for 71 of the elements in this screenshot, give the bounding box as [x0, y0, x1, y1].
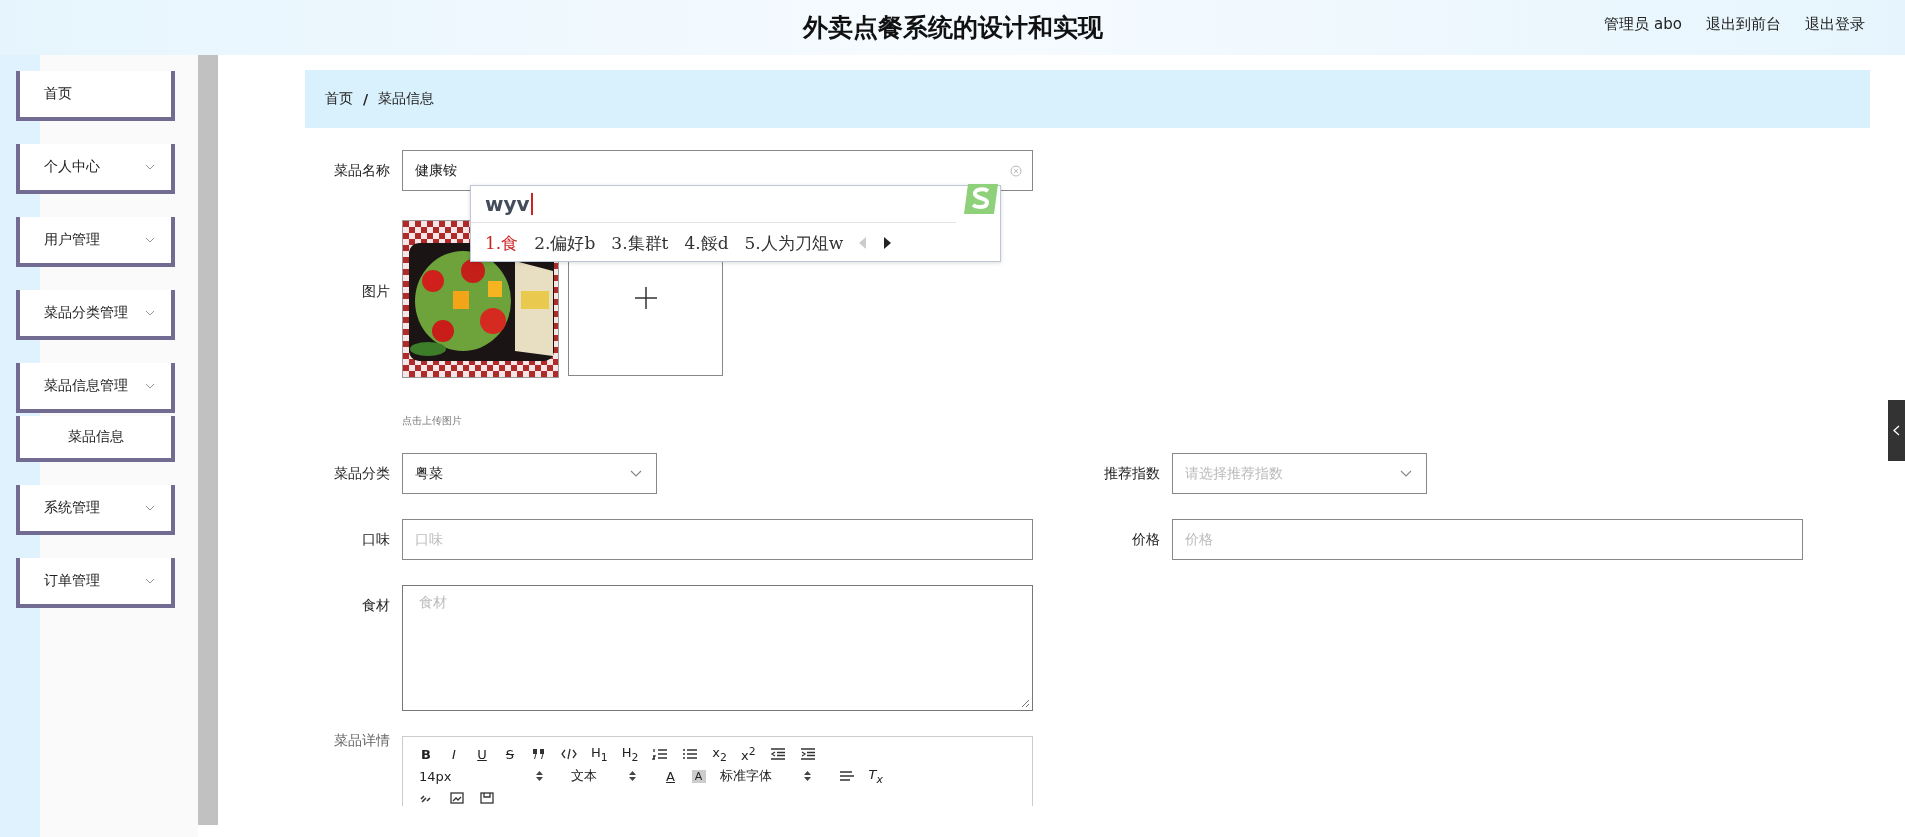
chevron-down-icon: [145, 383, 155, 389]
field-label: 菜品名称: [333, 161, 390, 180]
plus-icon: [634, 287, 657, 309]
chevron-left-icon: [1893, 425, 1900, 436]
toolbar-button[interactable]: B: [419, 746, 433, 762]
code-icon[interactable]: [561, 747, 577, 761]
toolbar-button[interactable]: I: [447, 746, 461, 762]
select-field[interactable]: 粤菜: [402, 453, 657, 494]
sidebar-subitem[interactable]: 菜品信息: [16, 416, 175, 462]
toolbar-button[interactable]: H$_{1}$: [591, 744, 608, 764]
chevron-down-icon: [145, 310, 155, 316]
toolbar-dropdown[interactable]: 14px: [419, 768, 557, 784]
quote-icon[interactable]: [531, 747, 547, 761]
toolbar-dropdown[interactable]: 标准字体: [719, 767, 825, 785]
field-label: 口味: [361, 530, 390, 549]
scrollbar[interactable]: [198, 55, 218, 825]
image-icon[interactable]: [449, 790, 465, 805]
toolbar-dropdown[interactable]: 文本: [570, 767, 650, 785]
field-label: 食材: [361, 596, 390, 615]
ordered-list-icon[interactable]: [652, 747, 669, 761]
toolbar-button[interactable]: S: [503, 746, 517, 762]
align-icon[interactable]: [838, 769, 855, 783]
sidebar-item[interactable]: 系统管理: [16, 485, 175, 535]
chevron-down-icon: [145, 505, 155, 511]
field-label: 菜品详情: [333, 731, 390, 749]
sidebar-item[interactable]: 首页: [16, 71, 175, 121]
chevron-down-icon: [145, 237, 155, 243]
field-label: 图片: [361, 282, 390, 301]
ime-candidate[interactable]: 5.人为刀俎w: [744, 231, 844, 255]
toolbar-button[interactable]: x$_{2}$: [712, 744, 727, 764]
field-label: 推荐指数: [1103, 464, 1160, 483]
sort-arrows-icon: [628, 771, 636, 781]
sort-arrows-icon: [535, 771, 543, 781]
toolbar-button[interactable]: U: [475, 746, 489, 762]
toolbar-button[interactable]: A: [691, 769, 706, 783]
ime-candidate[interactable]: 3.集群t: [611, 231, 669, 255]
sidebar-item[interactable]: 个人中心: [16, 144, 175, 194]
resize-grip-icon[interactable]: [1021, 699, 1030, 708]
field-label: 价格: [1131, 530, 1160, 549]
chevron-down-icon: [630, 470, 642, 477]
breadcrumb-separator: /: [363, 91, 369, 107]
sidebar-item[interactable]: 用户管理: [16, 217, 175, 267]
indent-icon[interactable]: [799, 747, 816, 761]
header-link[interactable]: 退出到前台: [1706, 15, 1781, 34]
outdent-icon[interactable]: [769, 747, 786, 761]
upload-hint: 点击上传图片: [402, 414, 463, 428]
ime-candidate[interactable]: 4.餒d: [684, 231, 729, 255]
header-link[interactable]: 退出登录: [1805, 15, 1865, 34]
ime-candidate[interactable]: 2.偏好b: [534, 231, 596, 255]
sort-arrows-icon: [803, 771, 811, 781]
toolbar-button[interactable]: x$^{2}$: [740, 744, 756, 764]
field-label: 菜品分类: [333, 464, 390, 483]
ime-candidate[interactable]: 1.食: [485, 231, 519, 255]
sidebar-item[interactable]: 菜品分类管理: [16, 290, 175, 340]
user-menu-link[interactable]: 管理员 abo: [1604, 15, 1682, 34]
ime-composition: wyv: [485, 192, 530, 216]
collapse-handle[interactable]: [1888, 400, 1905, 461]
rich-text-editor[interactable]: B I U S H$_{1}$ H$_{2}$ x$_{2}$ x$^{2}$ 14px 文本 A A 标准字体 T$_{x}$: [402, 736, 1033, 806]
toolbar-button[interactable]: A: [663, 768, 678, 784]
chevron-down-icon: [145, 578, 155, 584]
chevron-down-icon: [145, 164, 155, 170]
breadcrumb-link[interactable]: 首页: [325, 90, 353, 108]
sidebar-item[interactable]: 订单管理: [16, 558, 175, 608]
bullet-list-icon[interactable]: [682, 747, 699, 761]
toolbar-button[interactable]: H$_{2}$: [621, 744, 639, 764]
breadcrumb-link[interactable]: 菜品信息: [378, 90, 435, 108]
chevron-down-icon: [1400, 470, 1412, 477]
sidebar-item[interactable]: 菜品信息管理: [16, 363, 175, 413]
next-page-icon[interactable]: [883, 237, 892, 249]
site-title: 外卖点餐系统的设计和实现: [802, 12, 1103, 44]
toolbar-button[interactable]: T$_{x}$: [868, 766, 883, 786]
